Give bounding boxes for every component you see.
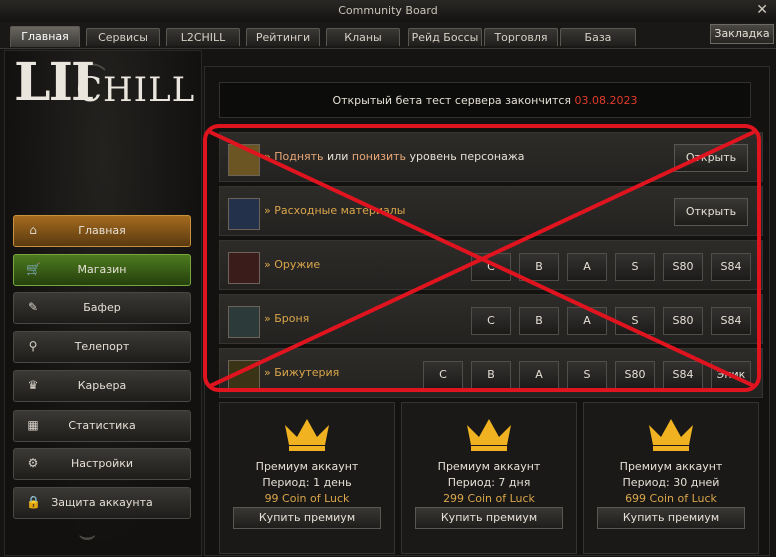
- scroll-icon: [228, 144, 260, 176]
- logo-text: CHILL: [76, 70, 196, 110]
- armor-label[interactable]: » Броня: [264, 312, 309, 325]
- jewelry-grade-a-button[interactable]: A: [519, 361, 559, 389]
- open-level-button[interactable]: Открыть: [674, 144, 748, 172]
- armor-grade-s-button[interactable]: S: [615, 307, 655, 335]
- sidebar-item-home[interactable]: ⌂ Главная: [13, 215, 191, 247]
- weapons-row: » Оружие C B A S S80 S84: [219, 240, 763, 290]
- announcement-banner: Открытый бета тест сервера закончится 03…: [219, 82, 751, 118]
- buy-premium-button[interactable]: Купить премиум: [415, 507, 563, 529]
- premium-card-1: Премиум аккаунт Период: 1 день 99 Coin o…: [219, 402, 395, 554]
- tab-ratings[interactable]: Рейтинги: [246, 28, 320, 46]
- premium-period: Период: 7 дня: [447, 476, 531, 489]
- crown-icon: [649, 419, 693, 451]
- tab-bar: Главная Сервисы L2CHILL Рейтинги Кланы Р…: [0, 22, 776, 61]
- armor-grade-s80-button[interactable]: S80: [663, 307, 703, 335]
- sidebar-item-label: Настройки: [70, 457, 134, 470]
- premium-price: 99 Coin of Luck: [264, 492, 350, 505]
- tab-l2chill[interactable]: L2CHILL: [166, 28, 240, 46]
- jewelry-grade-b-button[interactable]: B: [471, 361, 511, 389]
- weapon-grade-s84-button[interactable]: S84: [711, 253, 751, 281]
- lower-level-link[interactable]: понизить: [352, 150, 406, 163]
- level-rest-text: уровень персонажа: [406, 150, 525, 163]
- open-consumables-button[interactable]: Открыть: [674, 198, 748, 226]
- premium-title: Премиум аккаунт: [437, 460, 541, 473]
- sidebar-item-label: Защита аккаунта: [51, 496, 153, 509]
- window-title: Community Board: [338, 4, 438, 17]
- raise-level-link[interactable]: Поднять: [274, 150, 323, 163]
- weapon-grade-c-button[interactable]: C: [471, 253, 511, 281]
- or-text: или: [323, 150, 352, 163]
- premium-period: Период: 30 дней: [622, 476, 720, 489]
- armor-grade-b-button[interactable]: B: [519, 307, 559, 335]
- premium-title: Премиум аккаунт: [619, 460, 723, 473]
- jewelry-row: » Бижутерия C B A S S80 S84 Эпик: [219, 348, 763, 398]
- armor-icon: [228, 306, 260, 338]
- sidebar-item-shop[interactable]: 🛒 Магазин: [13, 254, 191, 286]
- sidebar-item-label: Телепорт: [74, 340, 130, 353]
- buy-premium-button[interactable]: Купить премиум: [233, 507, 381, 529]
- window-titlebar: Community Board ✕: [0, 0, 776, 23]
- premium-title: Премиум аккаунт: [255, 460, 359, 473]
- tab-trade[interactable]: Торговля: [484, 28, 558, 46]
- announcement-text: Открытый бета тест сервера закончится 03…: [220, 94, 750, 107]
- sidebar-item-label: Карьера: [77, 379, 127, 392]
- tab-database[interactable]: База Данных: [560, 28, 636, 61]
- tab-home[interactable]: Главная: [10, 26, 80, 47]
- potion-icon: [228, 198, 260, 230]
- buy-premium-button[interactable]: Купить премиум: [597, 507, 745, 529]
- level-row: » Поднять или понизить уровень персонажа…: [219, 132, 763, 182]
- crown-icon: [467, 419, 511, 451]
- sidebar-item-label: Главная: [78, 224, 126, 237]
- sidebar-item-label: Магазин: [77, 263, 127, 276]
- jewelry-icon: [228, 360, 260, 392]
- armor-grade-s84-button[interactable]: S84: [711, 307, 751, 335]
- jewelry-label[interactable]: » Бижутерия: [264, 366, 339, 379]
- sidebar-item-label: Статистика: [68, 419, 136, 432]
- premium-price: 699 Coin of Luck: [625, 492, 717, 505]
- sidebar-item-account-protection[interactable]: 🔒 Защита аккаунта: [13, 487, 191, 519]
- weapons-label[interactable]: » Оружие: [264, 258, 320, 271]
- sidebar-item-career[interactable]: ♛ Карьера: [13, 370, 191, 402]
- sidebar-item-settings[interactable]: ⚙ Настройки: [13, 448, 191, 480]
- premium-price: 299 Coin of Luck: [443, 492, 535, 505]
- arrow-icon: »: [264, 150, 271, 163]
- logo: LII CHILL: [14, 52, 194, 122]
- armor-grade-a-button[interactable]: A: [567, 307, 607, 335]
- weapon-grade-s80-button[interactable]: S80: [663, 253, 703, 281]
- announcement-message: Открытый бета тест сервера закончится: [332, 94, 575, 107]
- consumables-label[interactable]: » Расходные материалы: [264, 204, 405, 217]
- sidebar-item-statistics[interactable]: ▦ Статистика: [13, 410, 191, 442]
- announcement-date: 03.08.2023: [574, 94, 638, 107]
- weapon-grade-s-button[interactable]: S: [615, 253, 655, 281]
- tab-raid-bosses[interactable]: Рейд Боссы: [408, 28, 482, 46]
- sidebar-item-buffer[interactable]: ✎ Бафер: [13, 292, 191, 324]
- sidebar-item-label: Бафер: [83, 301, 121, 314]
- jewelry-grade-s80-button[interactable]: S80: [615, 361, 655, 389]
- crown-icon: [285, 419, 329, 451]
- sidebar-item-teleport[interactable]: ⚲ Телепорт: [13, 331, 191, 363]
- armor-grade-c-button[interactable]: C: [471, 307, 511, 335]
- close-icon[interactable]: ✕: [756, 2, 768, 18]
- tab-clans[interactable]: Кланы: [326, 28, 400, 46]
- weapon-icon: [228, 252, 260, 284]
- weapon-grade-b-button[interactable]: B: [519, 253, 559, 281]
- bookmark-button[interactable]: Закладка: [710, 24, 774, 44]
- consumables-row: » Расходные материалы Открыть: [219, 186, 763, 236]
- tab-services[interactable]: Сервисы: [86, 28, 160, 46]
- jewelry-grade-c-button[interactable]: C: [423, 361, 463, 389]
- jewelry-grade-s-button[interactable]: S: [567, 361, 607, 389]
- jewelry-grade-s84-button[interactable]: S84: [663, 361, 703, 389]
- armor-row: » Броня C B A S S80 S84: [219, 294, 763, 344]
- jewelry-grade-epic-button[interactable]: Эпик: [711, 361, 751, 389]
- premium-period: Период: 1 день: [262, 476, 352, 489]
- weapon-grade-a-button[interactable]: A: [567, 253, 607, 281]
- level-row-label: » Поднять или понизить уровень персонажа: [264, 150, 524, 163]
- premium-card-3: Премиум аккаунт Период: 30 дней 699 Coin…: [583, 402, 759, 554]
- ornament-bottom-icon: ⌣: [78, 518, 97, 551]
- premium-card-2: Премиум аккаунт Период: 7 дня 299 Coin o…: [401, 402, 577, 554]
